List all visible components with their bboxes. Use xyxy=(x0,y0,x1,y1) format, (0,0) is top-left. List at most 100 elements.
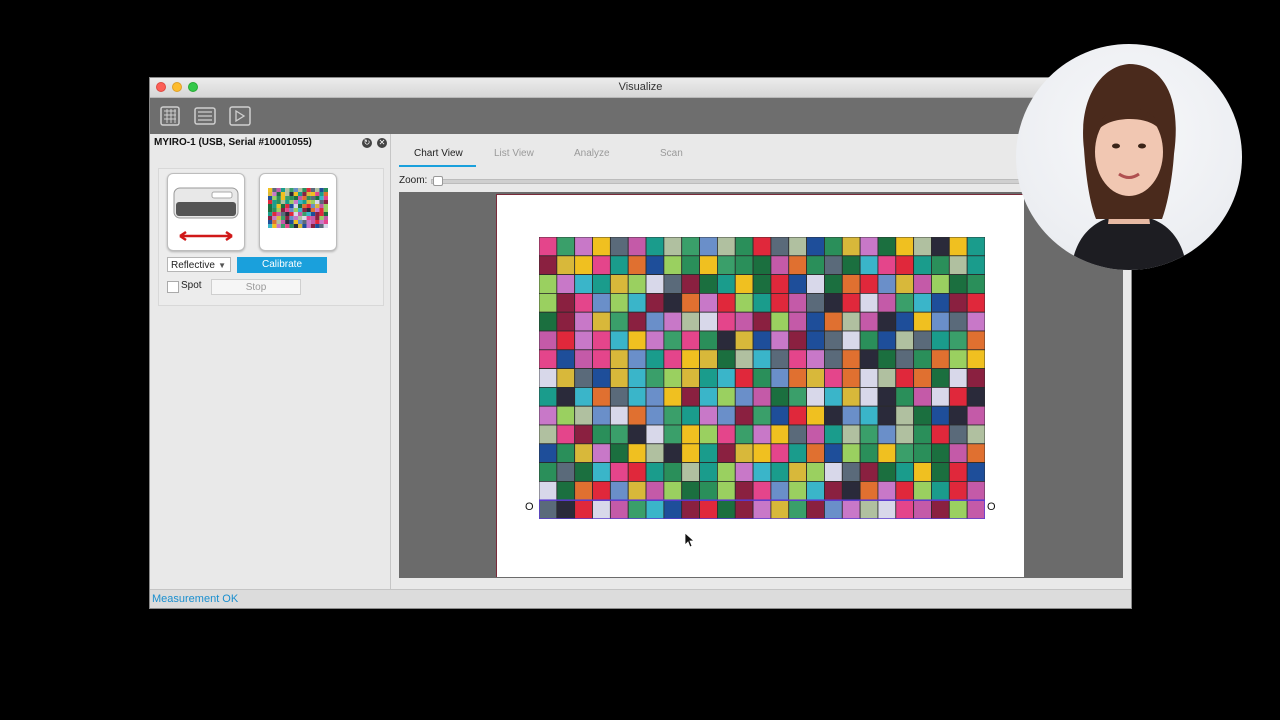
color-patch[interactable] xyxy=(824,349,843,370)
color-patch[interactable] xyxy=(913,349,932,370)
color-patch[interactable] xyxy=(574,499,593,519)
color-patch[interactable] xyxy=(699,462,718,482)
color-patch[interactable] xyxy=(574,293,593,313)
color-patch[interactable] xyxy=(556,368,576,388)
color-patch[interactable] xyxy=(609,330,629,351)
color-patch[interactable] xyxy=(948,274,968,294)
color-patch[interactable] xyxy=(806,311,825,332)
color-patch[interactable] xyxy=(806,424,825,445)
color-patch[interactable] xyxy=(609,480,629,501)
stop-button[interactable]: Stop xyxy=(211,279,301,295)
color-patch[interactable] xyxy=(948,237,968,257)
color-patch[interactable] xyxy=(931,424,950,445)
color-patch[interactable] xyxy=(841,255,861,275)
color-patch[interactable] xyxy=(752,255,772,275)
color-patch[interactable] xyxy=(966,480,985,501)
color-patch[interactable] xyxy=(716,368,736,388)
color-patch[interactable] xyxy=(931,386,950,407)
color-patch[interactable] xyxy=(663,405,683,426)
color-patch[interactable] xyxy=(663,462,683,482)
color-patch[interactable] xyxy=(645,424,665,445)
color-patch[interactable] xyxy=(574,368,593,388)
color-patch[interactable] xyxy=(645,405,665,426)
color-patch[interactable] xyxy=(627,311,647,332)
color-patch[interactable] xyxy=(931,330,950,351)
color-patch[interactable] xyxy=(609,368,629,388)
color-patch[interactable] xyxy=(877,405,897,426)
color-patch[interactable] xyxy=(913,293,932,313)
color-patch[interactable] xyxy=(574,311,593,332)
color-patch[interactable] xyxy=(592,274,611,294)
color-patch[interactable] xyxy=(592,443,611,464)
color-patch[interactable] xyxy=(699,274,718,294)
color-patch[interactable] xyxy=(841,293,861,313)
color-patch[interactable] xyxy=(592,330,611,351)
color-patch[interactable] xyxy=(645,386,665,407)
color-patch[interactable] xyxy=(806,368,825,388)
color-patch[interactable] xyxy=(948,462,968,482)
color-patch[interactable] xyxy=(716,311,736,332)
color-patch[interactable] xyxy=(574,443,593,464)
color-patch[interactable] xyxy=(609,424,629,445)
color-patch[interactable] xyxy=(752,480,772,501)
color-patch[interactable] xyxy=(752,330,772,351)
color-patch[interactable] xyxy=(663,330,683,351)
color-patch[interactable] xyxy=(877,386,897,407)
zoom-slider-handle[interactable] xyxy=(433,176,443,186)
spot-checkbox[interactable] xyxy=(167,281,179,293)
color-patch[interactable] xyxy=(770,480,790,501)
color-patch[interactable] xyxy=(859,237,879,257)
color-patch[interactable] xyxy=(699,368,718,388)
color-patch[interactable] xyxy=(770,443,790,464)
color-patch[interactable] xyxy=(859,255,879,275)
close-device-icon[interactable]: ✕ xyxy=(377,138,387,148)
color-patch[interactable] xyxy=(877,330,897,351)
color-patch[interactable] xyxy=(734,255,754,275)
color-patch[interactable] xyxy=(841,462,861,482)
color-patch[interactable] xyxy=(574,330,593,351)
color-patch[interactable] xyxy=(734,349,754,370)
color-patch[interactable] xyxy=(627,349,647,370)
color-patch[interactable] xyxy=(752,237,772,257)
color-patch[interactable] xyxy=(877,255,897,275)
color-patch[interactable] xyxy=(645,274,665,294)
color-patch[interactable] xyxy=(788,368,807,388)
color-patch[interactable] xyxy=(966,405,985,426)
color-patch[interactable] xyxy=(609,237,629,257)
color-patch[interactable] xyxy=(806,349,825,370)
color-patch[interactable] xyxy=(931,405,950,426)
color-patch[interactable] xyxy=(645,255,665,275)
color-patch[interactable] xyxy=(859,424,879,445)
device-thumbnail[interactable] xyxy=(167,173,245,251)
color-patch[interactable] xyxy=(681,499,700,519)
color-patch[interactable] xyxy=(556,311,576,332)
color-patch[interactable] xyxy=(859,274,879,294)
color-patch[interactable] xyxy=(966,462,985,482)
color-patch[interactable] xyxy=(752,274,772,294)
color-patch[interactable] xyxy=(556,462,576,482)
color-patch[interactable] xyxy=(948,499,968,519)
color-patch[interactable] xyxy=(681,293,700,313)
color-patch[interactable] xyxy=(913,368,932,388)
color-patch[interactable] xyxy=(770,274,790,294)
color-patch[interactable] xyxy=(627,255,647,275)
color-patch[interactable] xyxy=(627,330,647,351)
color-patch[interactable] xyxy=(734,462,754,482)
color-patch[interactable] xyxy=(645,311,665,332)
color-patch[interactable] xyxy=(716,274,736,294)
color-patch[interactable] xyxy=(913,443,932,464)
chart-view-tool-icon[interactable] xyxy=(158,104,182,128)
color-patch[interactable] xyxy=(824,462,843,482)
color-patch[interactable] xyxy=(895,499,915,519)
color-patch[interactable] xyxy=(663,443,683,464)
color-patch[interactable] xyxy=(966,274,985,294)
color-patch[interactable] xyxy=(966,311,985,332)
color-patch[interactable] xyxy=(716,237,736,257)
color-patch[interactable] xyxy=(806,386,825,407)
color-patch[interactable] xyxy=(859,480,879,501)
color-patch[interactable] xyxy=(716,330,736,351)
color-patch[interactable] xyxy=(556,293,576,313)
color-patch[interactable] xyxy=(806,499,825,519)
color-patch[interactable] xyxy=(574,405,593,426)
color-patch[interactable] xyxy=(913,330,932,351)
